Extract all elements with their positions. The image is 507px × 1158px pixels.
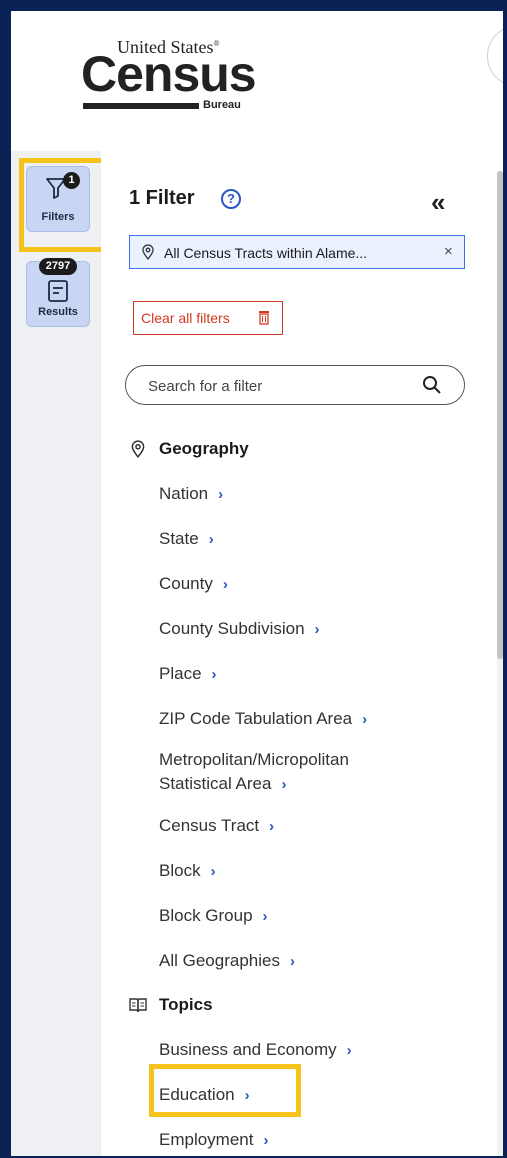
census-logo[interactable]: United States® Census Bureau xyxy=(81,37,271,125)
geo-item-county[interactable]: County › xyxy=(159,572,228,597)
chevron-right-icon: › xyxy=(222,576,228,593)
results-icon xyxy=(48,280,68,302)
filters-button[interactable]: 1 Filters xyxy=(26,166,90,232)
search-icon[interactable] xyxy=(422,375,442,395)
logo-bar xyxy=(83,103,199,109)
chevron-right-icon: › xyxy=(314,621,320,638)
trash-icon xyxy=(259,311,269,325)
chevron-right-icon: › xyxy=(281,776,287,793)
filters-count-badge: 1 xyxy=(63,172,80,189)
logo-bureau: Bureau xyxy=(203,99,241,111)
clear-all-filters-button[interactable]: Clear all filters xyxy=(133,301,283,335)
chevron-right-icon: › xyxy=(211,666,217,683)
geo-item-block-group[interactable]: Block Group › xyxy=(159,904,268,929)
chevron-right-icon: › xyxy=(218,486,224,503)
filter-search-input[interactable]: Search for a filter xyxy=(125,365,465,405)
chevron-right-icon: › xyxy=(244,1087,250,1104)
active-filter-chip[interactable]: All Census Tracts within Alame... × xyxy=(129,235,465,269)
geo-item-all-geographies[interactable]: All Geographies › xyxy=(159,949,295,974)
header: United States® Census Bureau xyxy=(11,11,503,152)
active-filter-text: All Census Tracts within Alame... xyxy=(164,245,368,261)
geo-item-block[interactable]: Block › xyxy=(159,859,216,884)
topic-item-employment[interactable]: Employment › xyxy=(159,1128,268,1153)
geo-item-state[interactable]: State › xyxy=(159,527,214,552)
book-icon xyxy=(129,998,147,1013)
scrollbar-thumb[interactable] xyxy=(497,171,503,659)
results-button[interactable]: 2797 Results xyxy=(26,258,90,327)
location-pin-icon xyxy=(131,440,145,458)
chevron-right-icon: › xyxy=(362,711,368,728)
chevron-right-icon: › xyxy=(208,531,214,548)
geo-item-metro-line1[interactable]: Metropolitan/Micropolitan xyxy=(159,748,349,772)
remove-filter-icon[interactable]: × xyxy=(444,243,453,260)
app-frame: United States® Census Bureau 1 Filters 2… xyxy=(11,11,503,1156)
location-pin-icon xyxy=(142,244,154,260)
geo-item-nation[interactable]: Nation › xyxy=(159,482,223,507)
results-count-badge: 2797 xyxy=(39,258,77,275)
filter-count-title: 1 Filter xyxy=(129,187,195,209)
topic-item-education[interactable]: Education › xyxy=(159,1083,250,1108)
chevron-right-icon: › xyxy=(263,1132,269,1149)
clear-all-filters-label: Clear all filters xyxy=(141,310,230,326)
search-placeholder: Search for a filter xyxy=(148,378,263,395)
left-rail: 1 Filters 2797 Results xyxy=(11,151,115,1156)
geo-item-metro-line2[interactable]: Statistical Area › xyxy=(159,772,286,797)
geo-item-county-subdivision[interactable]: County Subdivision › xyxy=(159,617,320,642)
geography-label: Geography xyxy=(159,439,249,458)
geo-item-census-tract[interactable]: Census Tract › xyxy=(159,814,274,839)
chevron-right-icon: › xyxy=(210,863,216,880)
topic-item-business-economy[interactable]: Business and Economy › xyxy=(159,1038,352,1063)
results-label: Results xyxy=(38,306,78,318)
profile-button[interactable] xyxy=(487,25,503,87)
geo-item-zcta[interactable]: ZIP Code Tabulation Area › xyxy=(159,707,367,732)
chevron-right-icon: › xyxy=(269,818,275,835)
chevron-right-icon: › xyxy=(346,1042,352,1059)
filters-label: Filters xyxy=(41,211,75,223)
logo-census: Census xyxy=(81,46,257,102)
collapse-panel-button[interactable]: « xyxy=(431,187,446,218)
filter-panel: 1 Filter ? « All Census Tracts within Al… xyxy=(101,151,503,1156)
help-icon[interactable]: ? xyxy=(221,189,241,209)
topics-label: Topics xyxy=(159,995,213,1014)
chevron-right-icon: › xyxy=(289,953,295,970)
chevron-right-icon: › xyxy=(262,908,268,925)
geo-item-place[interactable]: Place › xyxy=(159,662,217,687)
